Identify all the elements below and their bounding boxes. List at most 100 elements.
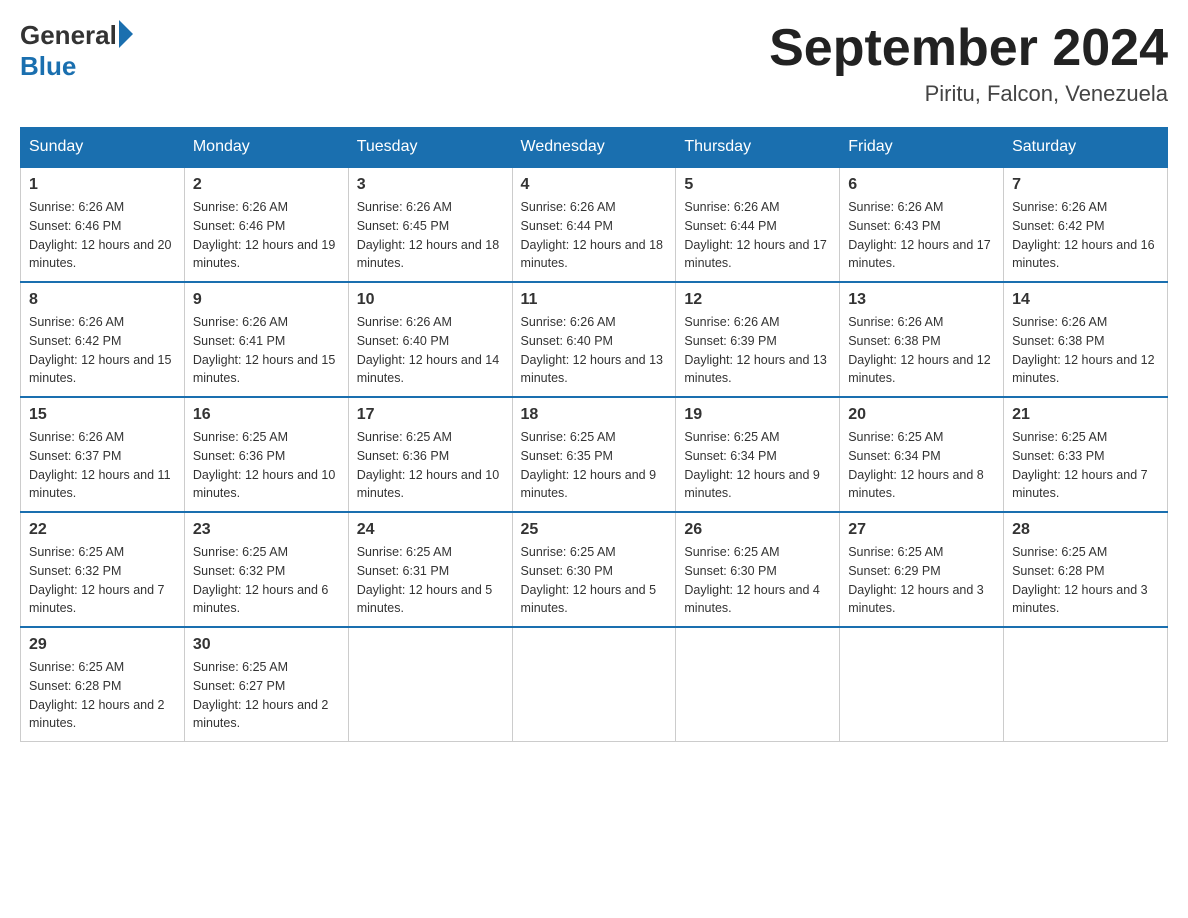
- location-title: Piritu, Falcon, Venezuela: [769, 81, 1168, 107]
- day-info: Sunrise: 6:25 AM Sunset: 6:34 PM Dayligh…: [848, 428, 995, 503]
- day-number: 11: [521, 291, 668, 309]
- day-info: Sunrise: 6:26 AM Sunset: 6:41 PM Dayligh…: [193, 313, 340, 388]
- day-info: Sunrise: 6:26 AM Sunset: 6:42 PM Dayligh…: [29, 313, 176, 388]
- day-number: 1: [29, 176, 176, 194]
- weekday-header-sunday: Sunday: [21, 128, 185, 168]
- calendar-cell: 23 Sunrise: 6:25 AM Sunset: 6:32 PM Dayl…: [184, 512, 348, 627]
- day-number: 18: [521, 406, 668, 424]
- calendar-cell: 24 Sunrise: 6:25 AM Sunset: 6:31 PM Dayl…: [348, 512, 512, 627]
- logo-general-text: General: [20, 20, 117, 51]
- calendar-cell: 17 Sunrise: 6:25 AM Sunset: 6:36 PM Dayl…: [348, 397, 512, 512]
- day-info: Sunrise: 6:26 AM Sunset: 6:45 PM Dayligh…: [357, 198, 504, 273]
- day-info: Sunrise: 6:25 AM Sunset: 6:29 PM Dayligh…: [848, 543, 995, 618]
- weekday-header-friday: Friday: [840, 128, 1004, 168]
- day-number: 21: [1012, 406, 1159, 424]
- weekday-header-thursday: Thursday: [676, 128, 840, 168]
- calendar-cell: [348, 627, 512, 742]
- day-info: Sunrise: 6:26 AM Sunset: 6:46 PM Dayligh…: [29, 198, 176, 273]
- calendar-cell: 12 Sunrise: 6:26 AM Sunset: 6:39 PM Dayl…: [676, 282, 840, 397]
- calendar-cell: 26 Sunrise: 6:25 AM Sunset: 6:30 PM Dayl…: [676, 512, 840, 627]
- day-info: Sunrise: 6:26 AM Sunset: 6:38 PM Dayligh…: [848, 313, 995, 388]
- calendar-cell: 16 Sunrise: 6:25 AM Sunset: 6:36 PM Dayl…: [184, 397, 348, 512]
- day-number: 3: [357, 176, 504, 194]
- weekday-header-monday: Monday: [184, 128, 348, 168]
- day-number: 20: [848, 406, 995, 424]
- calendar-cell: 11 Sunrise: 6:26 AM Sunset: 6:40 PM Dayl…: [512, 282, 676, 397]
- day-number: 6: [848, 176, 995, 194]
- day-info: Sunrise: 6:25 AM Sunset: 6:32 PM Dayligh…: [29, 543, 176, 618]
- calendar-cell: 18 Sunrise: 6:25 AM Sunset: 6:35 PM Dayl…: [512, 397, 676, 512]
- calendar-week-1: 1 Sunrise: 6:26 AM Sunset: 6:46 PM Dayli…: [21, 167, 1168, 282]
- day-info: Sunrise: 6:25 AM Sunset: 6:34 PM Dayligh…: [684, 428, 831, 503]
- day-info: Sunrise: 6:25 AM Sunset: 6:30 PM Dayligh…: [684, 543, 831, 618]
- day-info: Sunrise: 6:25 AM Sunset: 6:35 PM Dayligh…: [521, 428, 668, 503]
- day-info: Sunrise: 6:26 AM Sunset: 6:40 PM Dayligh…: [521, 313, 668, 388]
- day-number: 28: [1012, 521, 1159, 539]
- weekday-header-tuesday: Tuesday: [348, 128, 512, 168]
- weekday-header-saturday: Saturday: [1004, 128, 1168, 168]
- day-number: 27: [848, 521, 995, 539]
- day-number: 9: [193, 291, 340, 309]
- title-section: September 2024 Piritu, Falcon, Venezuela: [769, 20, 1168, 107]
- day-info: Sunrise: 6:25 AM Sunset: 6:28 PM Dayligh…: [29, 658, 176, 733]
- calendar-cell: 4 Sunrise: 6:26 AM Sunset: 6:44 PM Dayli…: [512, 167, 676, 282]
- page-header: General Blue September 2024 Piritu, Falc…: [20, 20, 1168, 107]
- day-number: 25: [521, 521, 668, 539]
- day-number: 23: [193, 521, 340, 539]
- day-info: Sunrise: 6:26 AM Sunset: 6:44 PM Dayligh…: [521, 198, 668, 273]
- day-number: 10: [357, 291, 504, 309]
- calendar-cell: 13 Sunrise: 6:26 AM Sunset: 6:38 PM Dayl…: [840, 282, 1004, 397]
- day-info: Sunrise: 6:26 AM Sunset: 6:39 PM Dayligh…: [684, 313, 831, 388]
- calendar-cell: 21 Sunrise: 6:25 AM Sunset: 6:33 PM Dayl…: [1004, 397, 1168, 512]
- day-info: Sunrise: 6:26 AM Sunset: 6:40 PM Dayligh…: [357, 313, 504, 388]
- day-info: Sunrise: 6:26 AM Sunset: 6:43 PM Dayligh…: [848, 198, 995, 273]
- calendar-cell: 7 Sunrise: 6:26 AM Sunset: 6:42 PM Dayli…: [1004, 167, 1168, 282]
- day-number: 16: [193, 406, 340, 424]
- day-number: 24: [357, 521, 504, 539]
- calendar-cell: 28 Sunrise: 6:25 AM Sunset: 6:28 PM Dayl…: [1004, 512, 1168, 627]
- calendar-week-2: 8 Sunrise: 6:26 AM Sunset: 6:42 PM Dayli…: [21, 282, 1168, 397]
- day-info: Sunrise: 6:25 AM Sunset: 6:27 PM Dayligh…: [193, 658, 340, 733]
- calendar-cell: 3 Sunrise: 6:26 AM Sunset: 6:45 PM Dayli…: [348, 167, 512, 282]
- calendar-week-5: 29 Sunrise: 6:25 AM Sunset: 6:28 PM Dayl…: [21, 627, 1168, 742]
- day-number: 12: [684, 291, 831, 309]
- calendar-table: SundayMondayTuesdayWednesdayThursdayFrid…: [20, 127, 1168, 742]
- logo-arrow-icon: [119, 20, 133, 48]
- weekday-header-wednesday: Wednesday: [512, 128, 676, 168]
- day-number: 8: [29, 291, 176, 309]
- day-number: 17: [357, 406, 504, 424]
- month-title: September 2024: [769, 20, 1168, 77]
- calendar-cell: 30 Sunrise: 6:25 AM Sunset: 6:27 PM Dayl…: [184, 627, 348, 742]
- day-info: Sunrise: 6:26 AM Sunset: 6:44 PM Dayligh…: [684, 198, 831, 273]
- day-info: Sunrise: 6:26 AM Sunset: 6:46 PM Dayligh…: [193, 198, 340, 273]
- logo-blue-text: Blue: [20, 51, 76, 81]
- day-number: 2: [193, 176, 340, 194]
- calendar-week-3: 15 Sunrise: 6:26 AM Sunset: 6:37 PM Dayl…: [21, 397, 1168, 512]
- day-info: Sunrise: 6:25 AM Sunset: 6:33 PM Dayligh…: [1012, 428, 1159, 503]
- logo: General Blue: [20, 20, 133, 82]
- day-number: 29: [29, 636, 176, 654]
- calendar-cell: [1004, 627, 1168, 742]
- day-number: 30: [193, 636, 340, 654]
- day-info: Sunrise: 6:26 AM Sunset: 6:42 PM Dayligh…: [1012, 198, 1159, 273]
- calendar-cell: 15 Sunrise: 6:26 AM Sunset: 6:37 PM Dayl…: [21, 397, 185, 512]
- day-number: 15: [29, 406, 176, 424]
- day-number: 7: [1012, 176, 1159, 194]
- weekday-header-row: SundayMondayTuesdayWednesdayThursdayFrid…: [21, 128, 1168, 168]
- calendar-cell: [512, 627, 676, 742]
- calendar-cell: 9 Sunrise: 6:26 AM Sunset: 6:41 PM Dayli…: [184, 282, 348, 397]
- calendar-week-4: 22 Sunrise: 6:25 AM Sunset: 6:32 PM Dayl…: [21, 512, 1168, 627]
- calendar-cell: 25 Sunrise: 6:25 AM Sunset: 6:30 PM Dayl…: [512, 512, 676, 627]
- calendar-cell: 19 Sunrise: 6:25 AM Sunset: 6:34 PM Dayl…: [676, 397, 840, 512]
- calendar-cell: 14 Sunrise: 6:26 AM Sunset: 6:38 PM Dayl…: [1004, 282, 1168, 397]
- day-number: 14: [1012, 291, 1159, 309]
- day-number: 19: [684, 406, 831, 424]
- calendar-cell: 20 Sunrise: 6:25 AM Sunset: 6:34 PM Dayl…: [840, 397, 1004, 512]
- calendar-cell: 29 Sunrise: 6:25 AM Sunset: 6:28 PM Dayl…: [21, 627, 185, 742]
- calendar-cell: 6 Sunrise: 6:26 AM Sunset: 6:43 PM Dayli…: [840, 167, 1004, 282]
- calendar-cell: 1 Sunrise: 6:26 AM Sunset: 6:46 PM Dayli…: [21, 167, 185, 282]
- day-info: Sunrise: 6:25 AM Sunset: 6:32 PM Dayligh…: [193, 543, 340, 618]
- calendar-cell: [840, 627, 1004, 742]
- day-number: 22: [29, 521, 176, 539]
- calendar-cell: 27 Sunrise: 6:25 AM Sunset: 6:29 PM Dayl…: [840, 512, 1004, 627]
